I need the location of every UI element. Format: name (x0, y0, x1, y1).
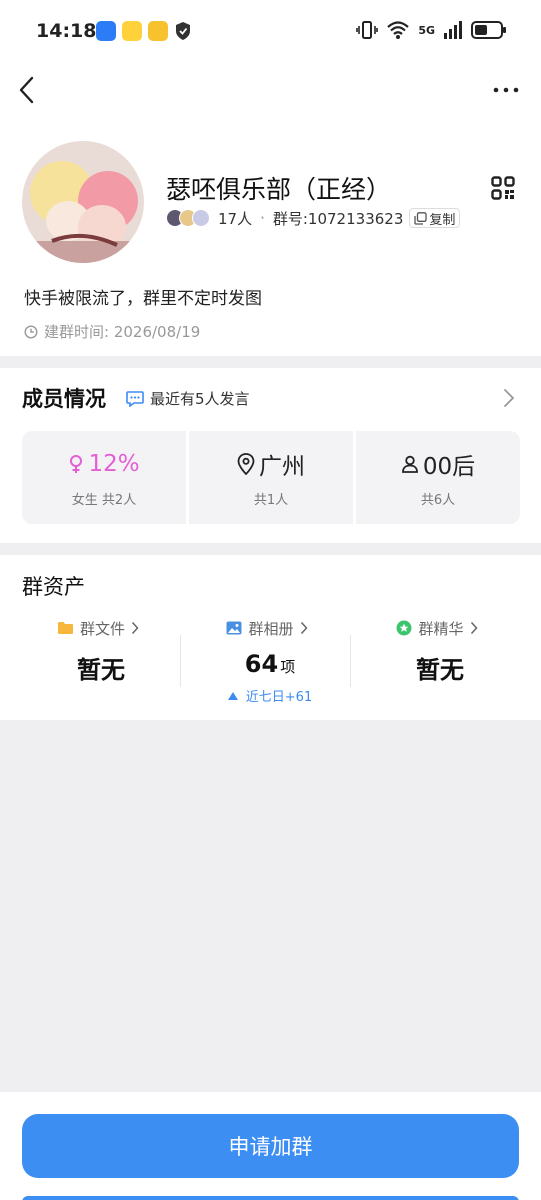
copy-icon (414, 211, 428, 225)
assets-section: 群资产 群文件 暂无 群相册 64 项 近七日+61 群精华 暂无 (0, 555, 541, 720)
stat-location[interactable]: 广州 共1人 (189, 431, 353, 524)
app-notification-icon (96, 21, 116, 41)
asset-album[interactable]: 群相册 64 项 近七日+61 (190, 617, 350, 705)
stat-location-main: 广州 (237, 449, 305, 480)
person-icon (401, 455, 418, 473)
stat-age[interactable]: 00后 共6人 (356, 431, 520, 524)
asset-files-value: 暂无 (77, 656, 125, 684)
copy-label: 复制 (429, 212, 456, 228)
shield-icon (176, 22, 190, 40)
copy-group-id-button[interactable]: 复制 (409, 208, 461, 228)
create-time-text: 建群时间: 2026/08/19 (44, 323, 201, 341)
clock-icon (24, 324, 38, 339)
status-time: 14:18 (36, 20, 97, 42)
group-name: 瑟呸俱乐部（正经） (166, 175, 392, 204)
chevron-right-icon (470, 621, 478, 635)
chat-bubble-icon (126, 390, 144, 407)
essence-star-icon (396, 620, 412, 636)
group-intro: 快手被限流了，群里不定时发图 (24, 289, 262, 309)
member-stats: 12% 女生 共2人 广州 共1人 00后 共6人 (22, 431, 520, 524)
recent-speakers: 最近有5人发言 (126, 388, 250, 409)
stat-age-main: 00后 (401, 449, 475, 480)
member-avatars[interactable] (166, 209, 210, 227)
battery-icon (471, 21, 506, 39)
trend-up-icon (227, 691, 238, 700)
asset-album-head: 群相册 (190, 617, 350, 639)
asset-essence[interactable]: 群精华 暂无 (360, 617, 520, 684)
meta-separator: · (260, 209, 265, 227)
stat-female-sub: 女生 共2人 (71, 493, 137, 508)
join-group-button[interactable]: 申请加群 (22, 1114, 519, 1178)
signal-icon (444, 21, 462, 39)
group-id: 群号:1072133623 (272, 209, 404, 228)
divider (180, 635, 181, 687)
asset-essence-head: 群精华 (360, 617, 520, 639)
system-icons: 5G (356, 20, 507, 40)
stat-female[interactable]: 12% 女生 共2人 (22, 431, 186, 524)
asset-files[interactable]: 群文件 暂无 (21, 617, 181, 684)
members-title: 成员情况 (22, 387, 106, 411)
female-icon (70, 455, 83, 473)
album-icon (226, 621, 242, 635)
asset-essence-value: 暂无 (416, 656, 464, 684)
status-bar: 14:18 5G (0, 0, 541, 64)
app-notification-icon (148, 21, 168, 41)
nav-bar (0, 64, 541, 120)
vibrate-icon (356, 21, 379, 39)
bottom-action-bar: 申请加群 (0, 1092, 541, 1200)
qr-code-icon[interactable] (491, 176, 515, 200)
members-section[interactable]: 成员情况 最近有5人发言 12% 女生 共2人 广州 共1人 00后 共6人 (0, 368, 541, 543)
network-type: 5G (418, 23, 435, 37)
member-count: 17人 (218, 209, 253, 228)
asset-album-value: 64 项 (244, 650, 296, 678)
wifi-icon (387, 21, 410, 39)
asset-album-trend: 近七日+61 (190, 686, 350, 705)
asset-files-head: 群文件 (21, 617, 181, 639)
member-avatar (192, 209, 210, 227)
group-profile: 瑟呸俱乐部（正经） 17人 · 群号:1072133623 复制 快手被限流了，… (0, 120, 541, 356)
recent-speakers-text: 最近有5人发言 (150, 390, 250, 408)
folder-icon (57, 622, 73, 634)
assets-title: 群资产 (22, 575, 85, 599)
asset-album-unit: 项 (280, 658, 296, 676)
divider (350, 635, 351, 687)
stat-female-main: 12% (68, 449, 140, 479)
create-time: 建群时间: 2026/08/19 (24, 321, 200, 342)
app-notification-icon (122, 21, 142, 41)
notification-icons (96, 21, 192, 41)
back-icon[interactable] (14, 74, 42, 106)
chevron-right-icon[interactable] (503, 388, 515, 408)
secondary-button-peek[interactable] (22, 1196, 519, 1200)
stat-location-sub: 共1人 (253, 493, 289, 508)
chevron-right-icon (131, 621, 139, 635)
location-pin-icon (237, 453, 255, 475)
chevron-right-icon (300, 621, 308, 635)
more-options-icon[interactable] (493, 80, 519, 100)
stat-age-sub: 共6人 (420, 493, 456, 508)
group-meta: 17人 · 群号:1072133623 复制 (166, 206, 461, 230)
group-avatar[interactable] (22, 141, 144, 263)
